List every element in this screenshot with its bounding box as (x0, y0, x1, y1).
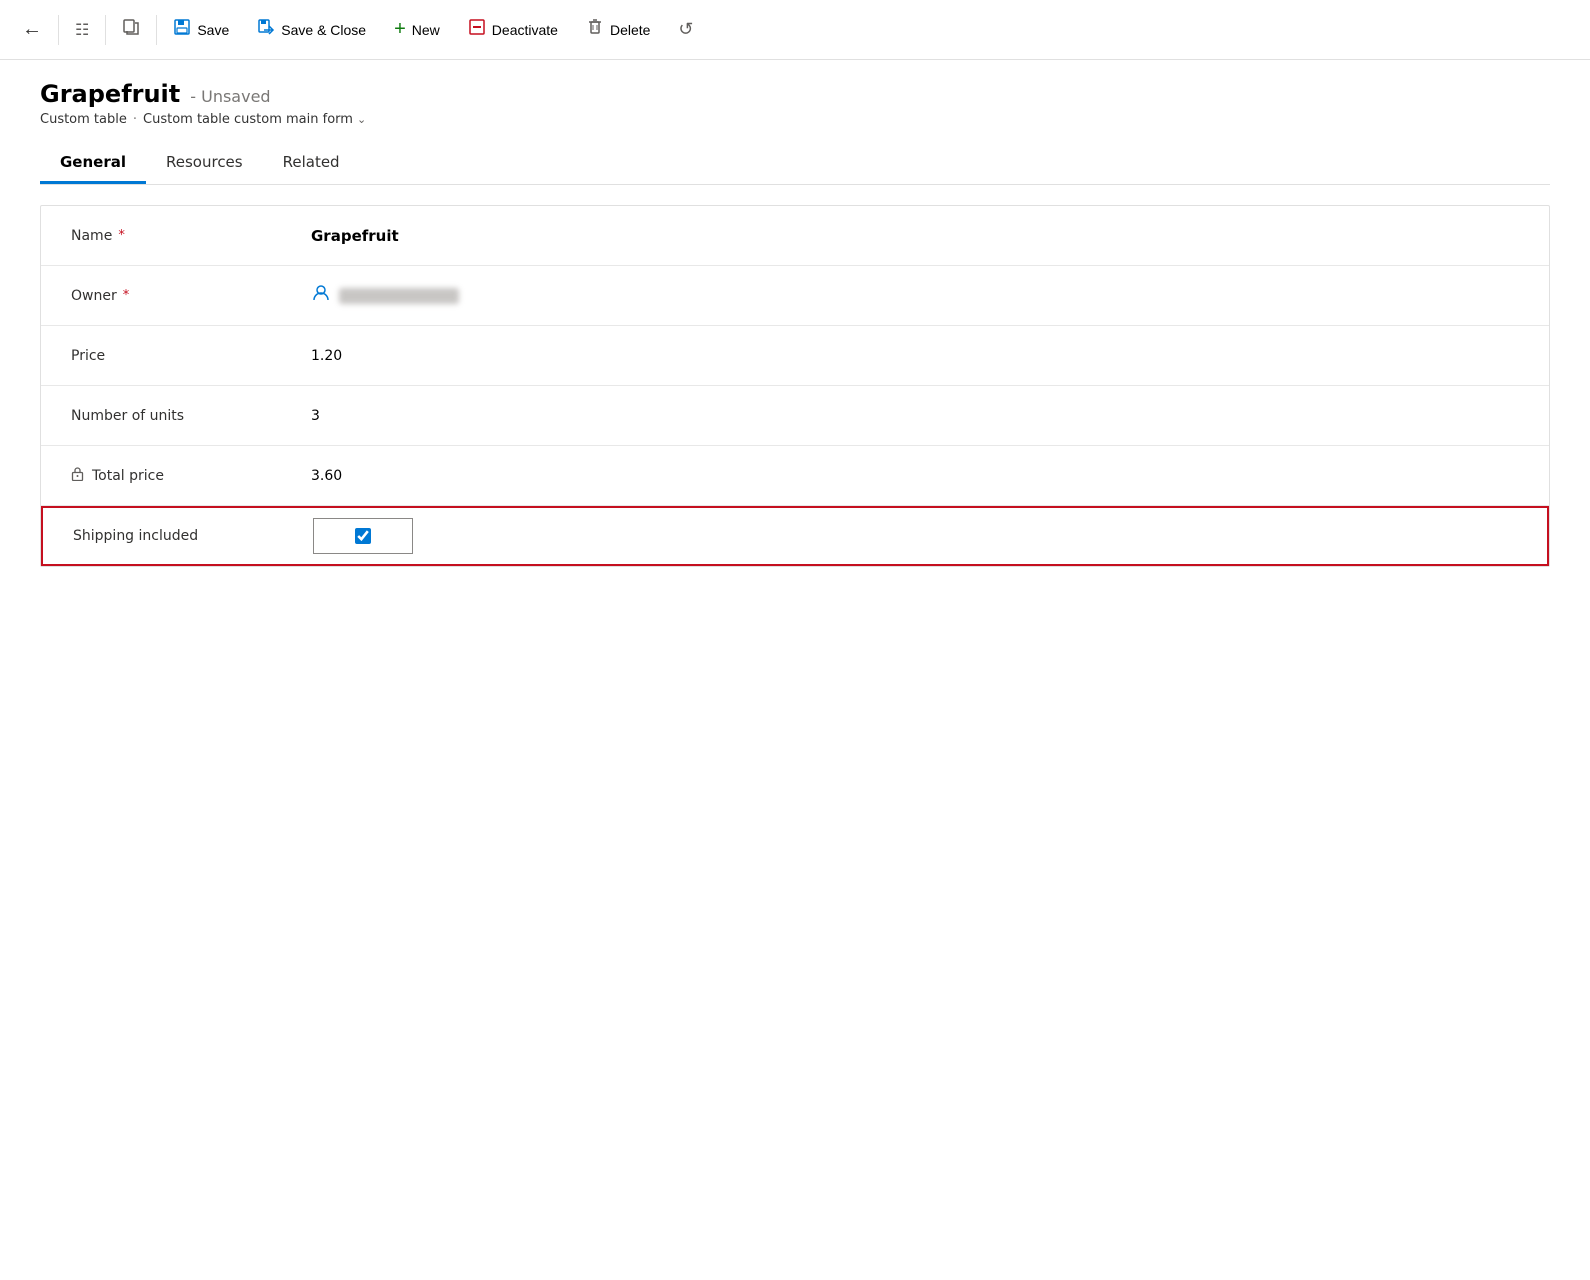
save-label: Save (197, 22, 229, 38)
export-icon (122, 18, 140, 41)
delete-button[interactable]: Delete (572, 0, 664, 59)
new-label: New (412, 22, 440, 38)
price-row: Price 1.20 (41, 326, 1549, 386)
price-value[interactable]: 1.20 (311, 348, 1519, 364)
price-label: Price (71, 348, 311, 364)
save-close-button[interactable]: Save & Close (243, 0, 380, 59)
refresh-icon: ↺ (678, 19, 693, 40)
name-label: Name * (71, 228, 311, 244)
tabs: General Resources Related (40, 143, 1550, 185)
breadcrumb-form-link[interactable]: Custom table custom main form ⌄ (143, 112, 366, 127)
owner-label: Owner * (71, 288, 311, 304)
divider-1 (58, 15, 59, 45)
breadcrumb-dot: · (133, 112, 137, 127)
shipping-checkbox[interactable] (355, 528, 371, 544)
deactivate-label: Deactivate (492, 22, 558, 38)
title-row: Grapefruit - Unsaved (40, 80, 1550, 108)
breadcrumb: Custom table · Custom table custom main … (40, 112, 1550, 127)
shipping-label: Shipping included (73, 528, 313, 544)
save-close-label: Save & Close (281, 22, 366, 38)
total-price-row: Total price 3.60 (41, 446, 1549, 506)
export-button[interactable] (108, 0, 154, 59)
list-icon: ☷ (75, 20, 89, 40)
owner-value[interactable] (311, 283, 1519, 308)
units-label: Number of units (71, 408, 311, 424)
owner-required-star: * (123, 288, 130, 303)
save-icon (173, 18, 191, 41)
page-title: Grapefruit (40, 80, 180, 108)
units-row: Number of units 3 (41, 386, 1549, 446)
form-container: Name * Grapefruit Owner * Price 1.20 (40, 205, 1550, 567)
delete-icon (586, 18, 604, 41)
save-close-icon (257, 18, 275, 41)
owner-field (311, 283, 1519, 308)
unsaved-label: - Unsaved (190, 87, 270, 106)
breadcrumb-form-label: Custom table custom main form (143, 112, 353, 127)
list-button[interactable]: ☷ (61, 0, 103, 59)
person-icon (311, 283, 331, 308)
delete-label: Delete (610, 22, 650, 38)
total-price-label: Total price (71, 466, 311, 485)
save-button[interactable]: Save (159, 0, 243, 59)
toolbar: ← ☷ Save (0, 0, 1590, 60)
deactivate-icon (468, 18, 486, 41)
page-header: Grapefruit - Unsaved Custom table · Cust… (0, 60, 1590, 127)
owner-name-blurred (339, 288, 459, 304)
lock-icon (71, 466, 84, 485)
name-row: Name * Grapefruit (41, 206, 1549, 266)
shipping-checkbox-cell[interactable] (313, 518, 413, 554)
shipping-row: Shipping included (41, 506, 1549, 566)
refresh-button[interactable]: ↺ (664, 0, 707, 59)
shipping-value (313, 518, 1517, 554)
name-required-star: * (118, 228, 125, 243)
units-value[interactable]: 3 (311, 408, 1519, 424)
total-price-value: 3.60 (311, 468, 1519, 484)
new-icon: + (394, 18, 406, 41)
tab-resources[interactable]: Resources (146, 143, 263, 184)
breadcrumb-table: Custom table (40, 112, 127, 127)
deactivate-button[interactable]: Deactivate (454, 0, 572, 59)
tab-general[interactable]: General (40, 143, 146, 184)
divider-3 (156, 15, 157, 45)
new-button[interactable]: + New (380, 0, 454, 59)
name-value[interactable]: Grapefruit (311, 227, 1519, 245)
tab-related[interactable]: Related (263, 143, 360, 184)
chevron-down-icon: ⌄ (357, 113, 366, 126)
back-button[interactable]: ← (8, 10, 56, 49)
divider-2 (105, 15, 106, 45)
back-icon: ← (22, 18, 42, 41)
owner-row: Owner * (41, 266, 1549, 326)
